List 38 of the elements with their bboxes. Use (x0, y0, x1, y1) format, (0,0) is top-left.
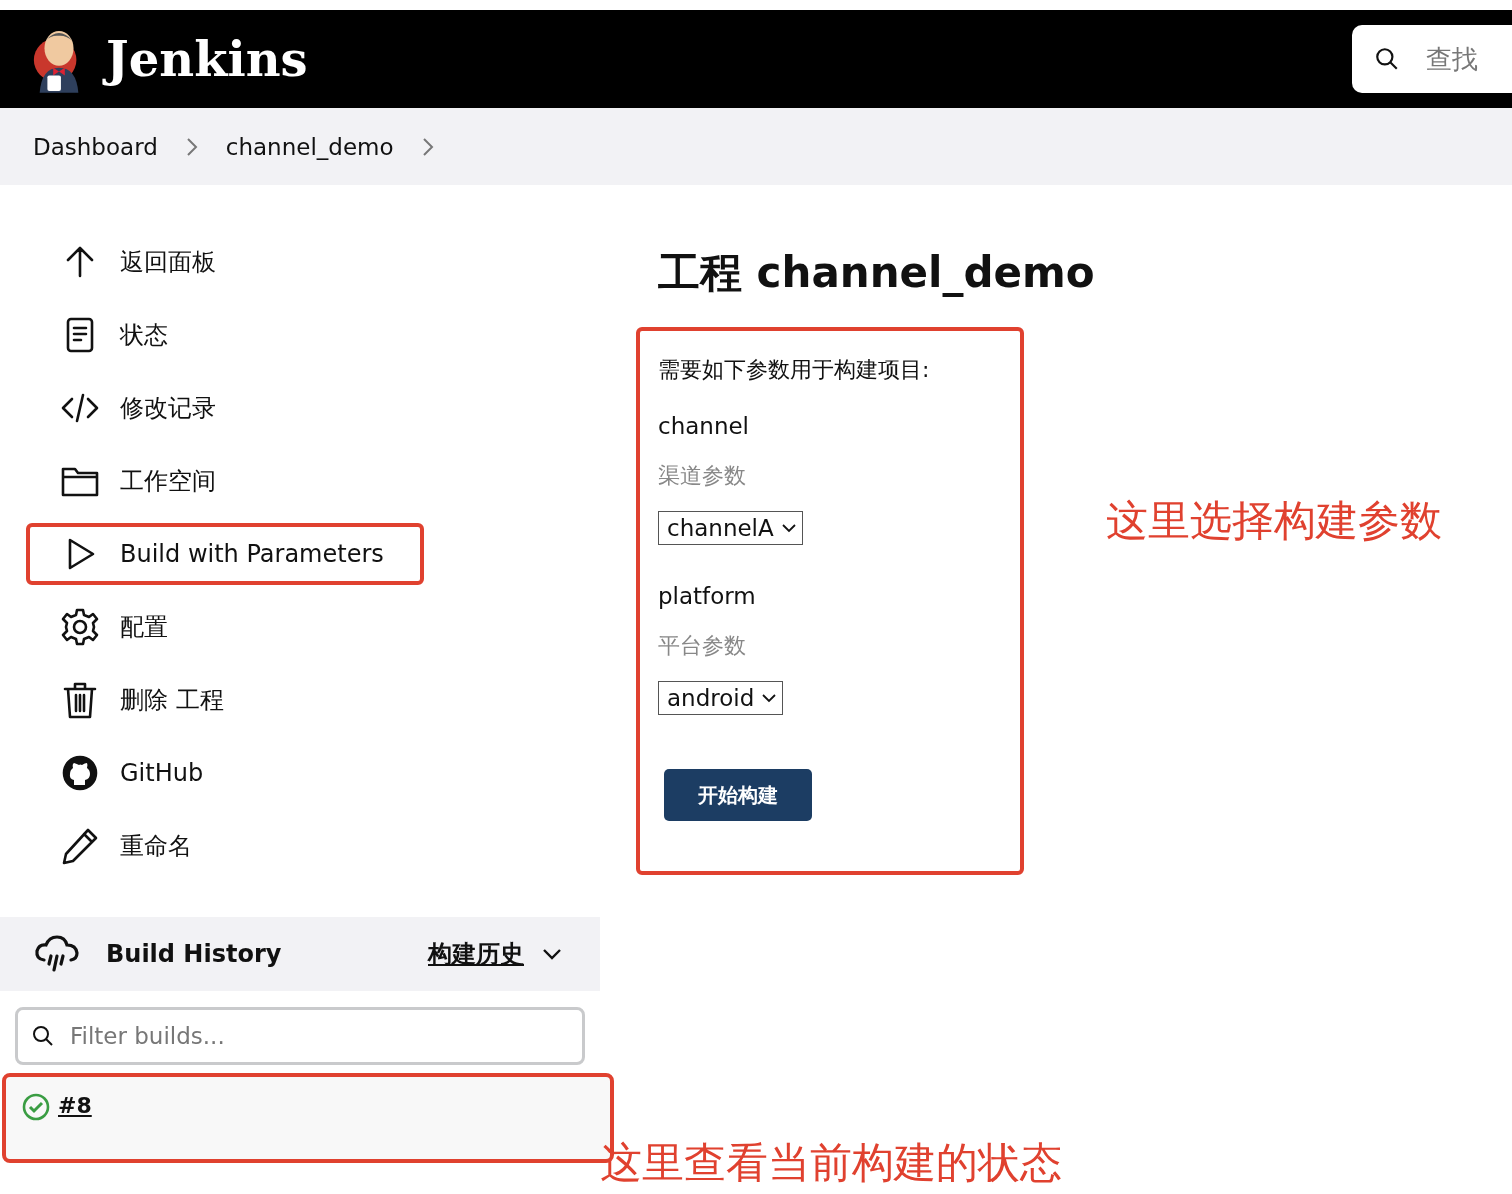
pencil-icon (60, 826, 100, 866)
parameter-description: 渠道参数 (658, 462, 747, 490)
sidebar-item[interactable]: GitHub (26, 742, 424, 804)
chevron-down-icon (781, 523, 796, 533)
parameter-select[interactable]: channelA (658, 511, 803, 545)
sidebar-item[interactable]: 返回面板 (26, 231, 424, 293)
parameter-name: platform (658, 583, 757, 609)
breadcrumb-link[interactable]: channel_demo (225, 133, 394, 160)
github-icon (60, 753, 100, 793)
chevron-right-icon[interactable] (421, 136, 434, 157)
filter-field[interactable]: Filter builds... (15, 1007, 585, 1065)
annotation-text: 这里选择构建参数 (1106, 495, 1442, 547)
chevron-down-icon (762, 693, 777, 703)
build-history-link[interactable]: 构建历史 (428, 938, 524, 970)
gear-icon (60, 607, 100, 647)
sidebar-item[interactable]: 配置 (26, 596, 424, 658)
page-title: 工程 channel_demo (658, 247, 1096, 299)
search-icon (1374, 46, 1400, 72)
sidebar-item[interactable]: 工作空间 (26, 450, 424, 512)
form-intro: 需要如下参数用于构建项目: (658, 356, 931, 384)
build-link[interactable]: #8 (58, 1093, 92, 1118)
breadcrumb-link[interactable]: Dashboard (33, 133, 158, 160)
search-icon (31, 1024, 55, 1048)
sidebar-item[interactable]: 删除 工程 (26, 669, 424, 731)
cloud-rain-icon (34, 934, 80, 974)
search-field[interactable]: 查找 (1352, 25, 1512, 93)
sidebar-item[interactable]: 状态 (26, 304, 424, 366)
chevron-right-icon[interactable] (185, 136, 198, 157)
parameter-description: 平台参数 (658, 632, 747, 660)
sidebar-item[interactable]: Build with Parameters (26, 523, 424, 585)
parameter-name: channel (658, 413, 750, 439)
check-circle-icon (22, 1093, 50, 1121)
sidebar-item[interactable]: 修改记录 (26, 377, 424, 439)
chevron-down-icon[interactable] (542, 948, 562, 960)
build-history-title: Build History (106, 940, 282, 968)
parameter-select[interactable]: android (658, 681, 784, 715)
sidebar-item[interactable]: 重命名 (26, 815, 424, 877)
build-button[interactable]: 开始构建 (664, 769, 812, 821)
